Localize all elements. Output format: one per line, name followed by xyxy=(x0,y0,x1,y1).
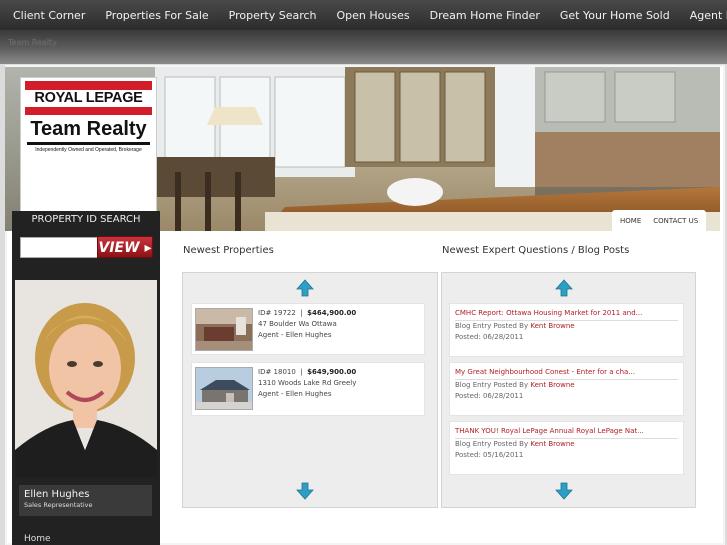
property-id: ID# 19722 xyxy=(258,309,296,317)
hero-banner: ROYAL LEPAGE Team Realty Independently O… xyxy=(5,67,720,231)
blog-post-author[interactable]: Kent Browne xyxy=(530,440,574,448)
property-address: 1310 Woods Lake Rd Greely xyxy=(258,379,357,387)
property-thumbnail[interactable] xyxy=(195,308,253,351)
blog-post-author[interactable]: Kent Browne xyxy=(530,381,574,389)
property-id: ID# 18010 xyxy=(258,368,296,376)
property-agent: Agent - Ellen Hughes xyxy=(258,331,332,339)
posted-by-label: Blog Entry Posted By xyxy=(455,440,529,448)
agent-info: Ellen Hughes Sales Representative xyxy=(19,485,152,516)
nav-open-houses[interactable]: Open Houses xyxy=(337,9,410,22)
agent-title: Sales Representative xyxy=(24,501,93,509)
nav-get-your-home-sold[interactable]: Get Your Home Sold xyxy=(560,9,670,22)
sub-navigation: HOME CONTACT US xyxy=(612,210,707,231)
property-agent: Agent - Ellen Hughes xyxy=(258,390,332,398)
property-address: 47 Boulder Wa Ottawa xyxy=(258,320,337,328)
blog-post-date: Posted: 06/28/2011 xyxy=(455,333,524,341)
logo-office: Team Realty xyxy=(30,118,147,140)
posted-by-label: Blog Entry Posted By xyxy=(455,322,529,330)
sidebar-item-home[interactable]: Home xyxy=(24,534,51,544)
logo-tagline: Independently Owned and Operated, Broker… xyxy=(35,147,142,153)
header-strip xyxy=(0,30,727,64)
agent-portrait xyxy=(15,280,157,477)
subnav-home[interactable]: HOME xyxy=(620,217,641,225)
scroll-down-arrow-icon[interactable] xyxy=(555,482,573,500)
blog-post-card: THANK YOU! Royal LePage Annual Royal LeP… xyxy=(449,421,684,475)
scroll-up-arrow-icon[interactable] xyxy=(555,279,573,297)
nav-properties-for-sale[interactable]: Properties For Sale xyxy=(105,9,208,22)
top-navigation: Client Corner Properties For Sale Proper… xyxy=(0,0,727,30)
subnav-contact-us[interactable]: CONTACT US xyxy=(653,217,698,225)
blog-post-date: Posted: 05/16/2011 xyxy=(455,451,524,459)
nav-client-corner[interactable]: Client Corner xyxy=(13,9,85,22)
blog-posts-title: Newest Expert Questions / Blog Posts xyxy=(442,245,630,256)
posted-by-label: Blog Entry Posted By xyxy=(455,381,529,389)
blog-post-card: CMHC Report: Ottawa Housing Market for 2… xyxy=(449,303,684,357)
blog-post-date: Posted: 06/28/2011 xyxy=(455,392,524,400)
blog-post-author[interactable]: Kent Browne xyxy=(530,322,574,330)
property-card[interactable]: ID# 18010 | $649,900.00 1310 Woods Lake … xyxy=(191,362,425,416)
royal-lepage-logo[interactable]: ROYAL LEPAGE Team Realty Independently O… xyxy=(20,77,157,227)
agent-name[interactable]: Ellen Hughes xyxy=(24,489,147,500)
property-price: $464,900.00 xyxy=(307,309,357,317)
breadcrumb[interactable]: Team Realty xyxy=(8,38,57,47)
view-button[interactable]: VIEW ▸ xyxy=(97,236,153,258)
blog-post-title[interactable]: My Great Neighbourhood Conest - Enter fo… xyxy=(455,367,678,380)
blog-post-title[interactable]: THANK YOU! Royal LePage Annual Royal LeP… xyxy=(455,426,678,439)
property-id-search-title: PROPERTY ID SEARCH xyxy=(31,214,141,225)
agent-photo xyxy=(15,280,157,477)
blog-post-title[interactable]: CMHC Report: Ottawa Housing Market for 2… xyxy=(455,308,678,321)
blog-post-card: My Great Neighbourhood Conest - Enter fo… xyxy=(449,362,684,416)
property-price: $649,900.00 xyxy=(307,368,357,376)
nav-agent-blogs[interactable]: Agent Blogs xyxy=(690,9,727,22)
property-thumbnail[interactable] xyxy=(195,367,253,410)
scroll-down-arrow-icon[interactable] xyxy=(296,482,314,500)
property-card[interactable]: ID# 19722 | $464,900.00 47 Boulder Wa Ot… xyxy=(191,303,425,355)
logo-brand: ROYAL LEPAGE xyxy=(34,90,143,106)
scroll-up-arrow-icon[interactable] xyxy=(296,279,314,297)
property-id-input[interactable] xyxy=(20,237,98,258)
newest-properties-title: Newest Properties xyxy=(183,245,274,256)
nav-dream-home-finder[interactable]: Dream Home Finder xyxy=(430,9,540,22)
view-button-label: VIEW xyxy=(98,240,140,256)
nav-property-search[interactable]: Property Search xyxy=(229,9,317,22)
